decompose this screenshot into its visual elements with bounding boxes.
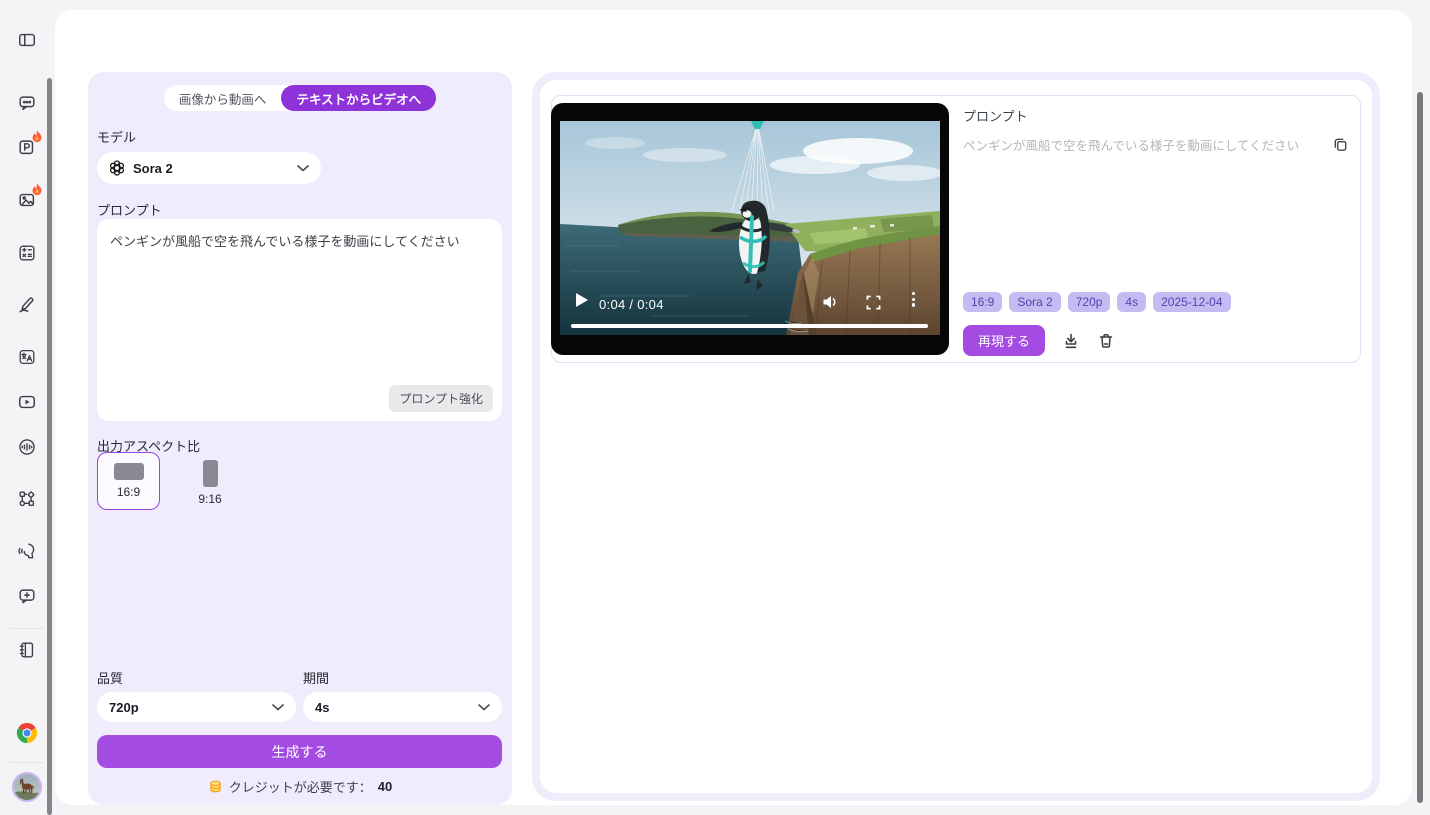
result-actions: 再現する: [963, 325, 1115, 356]
portrait-shape-icon: [203, 460, 218, 487]
generation-form: 画像から動画へ テキストからビデオへ モデル Sora 2 プロンプト ペンギン…: [88, 72, 512, 805]
openai-logo-icon: [109, 160, 125, 176]
result-prompt-text: ペンギンが風船で空を飛んでいる様子を動画にしてください: [963, 137, 1318, 156]
video-tool-icon[interactable]: [16, 391, 38, 413]
workflow-icon[interactable]: [16, 488, 38, 510]
result-prompt-heading: プロンプト: [963, 106, 1028, 125]
sidebar-divider: [10, 762, 44, 763]
tab-text-to-video[interactable]: テキストからビデオへ: [281, 85, 436, 111]
tag-quality: 720p: [1068, 292, 1111, 312]
result-card: 0:04 / 0:04 プロンプト ペンギンが風船で空を飛んでいる様子を動画にし…: [551, 95, 1361, 363]
download-icon[interactable]: [1062, 332, 1080, 350]
flame-badge: [30, 183, 44, 197]
chevron-down-icon: [297, 165, 309, 172]
quality-value: 720p: [109, 700, 139, 715]
aspect-option-16-9[interactable]: 16:9: [97, 452, 160, 510]
meta-tags: 16:9 Sora 2 720p 4s 2025-12-04: [963, 292, 1231, 312]
chevron-down-icon: [478, 704, 490, 711]
duration-label: 期間: [303, 668, 329, 687]
writing-pen-icon[interactable]: [16, 294, 38, 316]
user-avatar[interactable]: [12, 772, 42, 802]
quality-select[interactable]: 720p: [97, 692, 296, 722]
volume-icon[interactable]: [821, 293, 839, 316]
flame-badge: [30, 130, 44, 144]
fullscreen-icon[interactable]: [866, 295, 881, 315]
chat-icon[interactable]: [16, 92, 38, 114]
voice-chat-icon[interactable]: [16, 540, 38, 562]
result-panel: 0:04 / 0:04 プロンプト ペンギンが風船で空を飛んでいる様子を動画にし…: [532, 72, 1380, 801]
sidebar: [0, 0, 55, 815]
tab-image-to-video[interactable]: 画像から動画へ: [164, 85, 282, 111]
play-button[interactable]: [576, 293, 588, 307]
trash-icon[interactable]: [1097, 332, 1115, 350]
mode-tabs: 画像から動画へ テキストからビデオへ: [88, 85, 512, 111]
main-panel: 画像から動画へ テキストからビデオへ モデル Sora 2 プロンプト ペンギン…: [55, 10, 1412, 805]
p-tools-icon[interactable]: [16, 136, 38, 158]
app-window: 画像から動画へ テキストからビデオへ モデル Sora 2 プロンプト ペンギン…: [0, 0, 1430, 815]
sidebar-scrollbar[interactable]: [47, 78, 52, 815]
audio-tool-icon[interactable]: [16, 436, 38, 458]
time-display: 0:04 / 0:04: [599, 297, 664, 312]
generate-button[interactable]: 生成する: [97, 735, 502, 768]
chevron-down-icon: [272, 704, 284, 711]
sidebar-toggle-icon[interactable]: [16, 29, 38, 51]
tag-date: 2025-12-04: [1153, 292, 1230, 312]
notebook-icon[interactable]: [16, 639, 38, 661]
copy-icon[interactable]: [1332, 136, 1349, 158]
tag-model: Sora 2: [1009, 292, 1060, 312]
math-solver-icon[interactable]: [16, 242, 38, 264]
page-scrollbar[interactable]: [1417, 92, 1423, 803]
credits-text: クレジットが必要です：: [229, 777, 372, 796]
new-chat-icon[interactable]: [16, 585, 38, 607]
model-value: Sora 2: [133, 161, 173, 176]
image-generate-icon[interactable]: [16, 189, 38, 211]
aspect-option-label: 16:9: [117, 485, 140, 499]
chrome-icon[interactable]: [16, 722, 38, 744]
video-progress-bar[interactable]: [571, 324, 928, 328]
coins-icon: [208, 779, 223, 794]
aspect-option-9-16[interactable]: 9:16: [185, 452, 235, 510]
image-translate-icon[interactable]: [16, 346, 38, 368]
reproduce-button[interactable]: 再現する: [963, 325, 1045, 356]
aspect-option-label: 9:16: [198, 492, 221, 506]
prompt-label: プロンプト: [97, 200, 162, 219]
prompt-box: ペンギンが風船で空を飛んでいる様子を動画にしてください プロンプト強化: [97, 219, 502, 421]
duration-select[interactable]: 4s: [303, 692, 502, 722]
prompt-enhance-button[interactable]: プロンプト強化: [389, 385, 493, 412]
credits-value: 40: [378, 779, 392, 794]
tag-duration: 4s: [1117, 292, 1146, 312]
sidebar-divider: [10, 628, 44, 629]
quality-label: 品質: [97, 668, 123, 687]
credits-info: クレジットが必要です： 40: [88, 777, 512, 796]
tag-aspect: 16:9: [963, 292, 1002, 312]
overflow-menu-icon[interactable]: [912, 292, 915, 307]
video-player[interactable]: 0:04 / 0:04: [551, 103, 949, 355]
landscape-shape-icon: [114, 463, 144, 480]
model-label: モデル: [97, 127, 136, 146]
duration-value: 4s: [315, 700, 329, 715]
model-select[interactable]: Sora 2: [97, 152, 321, 184]
